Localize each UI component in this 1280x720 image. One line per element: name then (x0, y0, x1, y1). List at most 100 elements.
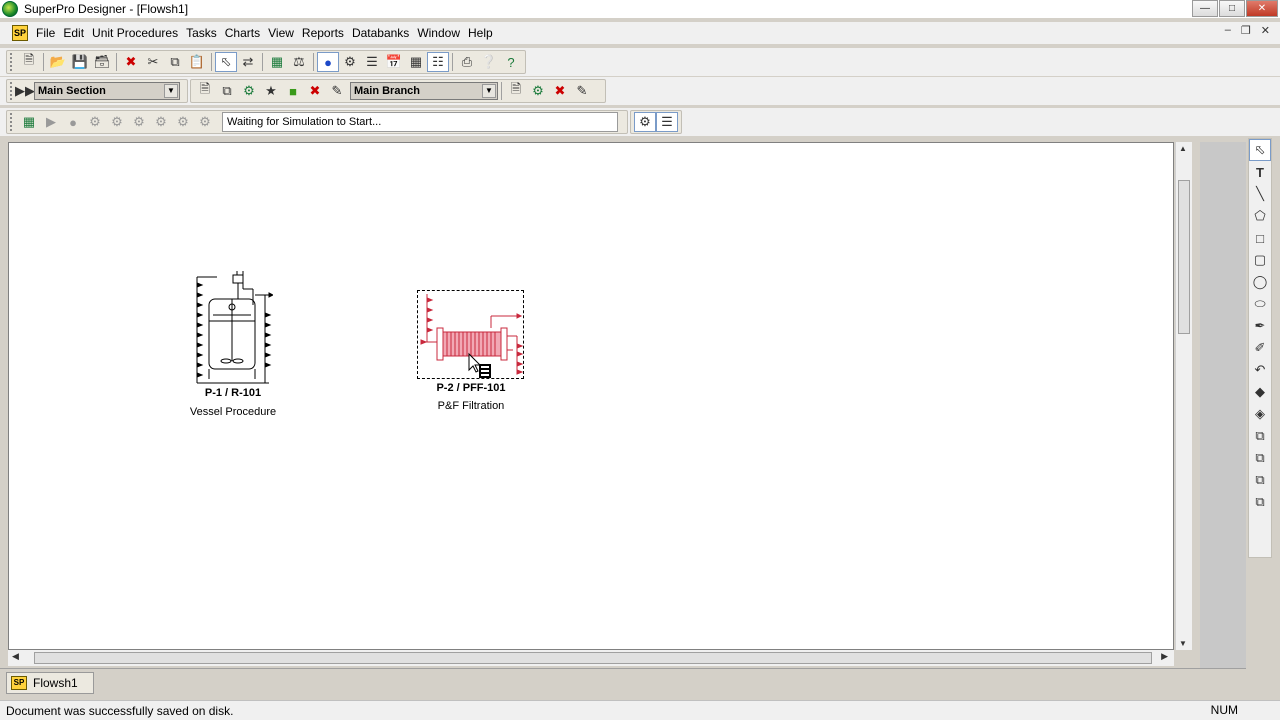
text-tool-icon[interactable]: T (1249, 161, 1271, 183)
bring-to-front-icon[interactable]: ⧉ (1249, 425, 1271, 447)
vertical-scroll-thumb[interactable] (1178, 180, 1190, 334)
status-message: Document was successfully saved on disk. (6, 703, 234, 718)
menu-view[interactable]: View (264, 26, 298, 40)
eyedropper-icon[interactable]: ✒ (1249, 315, 1271, 337)
copy-icon[interactable]: ⧉ (164, 52, 186, 72)
rename-branch-icon[interactable]: ✎ (571, 81, 593, 101)
flowsheet-canvas[interactable]: P-1 / R-101 Vessel Procedure P-2 / PFF-1… (8, 142, 1174, 650)
horizontal-scrollbar[interactable]: ◀ ▶ (8, 650, 1174, 666)
menu-window[interactable]: Window (413, 26, 464, 40)
rectangle-tool-icon[interactable]: □ (1249, 227, 1271, 249)
scheduling-icon[interactable]: 📅 (383, 52, 405, 72)
new-file-icon[interactable]: 🗎 (18, 52, 40, 72)
menu-tasks[interactable]: Tasks (182, 26, 221, 40)
reset-icon[interactable]: ⚙ (150, 112, 172, 132)
brush-icon[interactable]: ✐ (1249, 337, 1271, 359)
fill-icon[interactable]: ◆ (1249, 381, 1271, 403)
section-copy-icon[interactable]: ⧉ (216, 81, 238, 101)
debug-mode-icon[interactable]: ⚙ (634, 112, 656, 132)
ungroup-icon[interactable]: ⧉ (1249, 491, 1271, 513)
step-into-icon[interactable]: ⚙ (106, 112, 128, 132)
scroll-right-icon[interactable]: ▶ (1161, 651, 1168, 662)
vertical-scrollbar[interactable]: ▲ ▼ (1175, 142, 1192, 650)
save-icon[interactable]: 💾 (69, 52, 91, 72)
scroll-down-icon[interactable]: ▼ (1179, 639, 1187, 648)
delete-icon[interactable]: ✖ (120, 52, 142, 72)
chevron-down-icon[interactable]: ▼ (164, 84, 178, 98)
context-help-icon[interactable]: ❔ (478, 52, 500, 72)
chevron-down-icon[interactable]: ▼ (482, 84, 496, 98)
economics-icon[interactable]: ▦ (405, 52, 427, 72)
step-over-icon[interactable]: ⚙ (128, 112, 150, 132)
rename-section-icon[interactable]: ✎ (326, 81, 348, 101)
toolbar-grip[interactable] (10, 113, 14, 131)
branch-settings-icon[interactable]: ⚙ (527, 81, 549, 101)
debug-run-icon[interactable]: ☰ (656, 112, 678, 132)
select-pointer-icon[interactable]: ⬁ (215, 52, 237, 72)
pointer-icon[interactable]: ⬁ (1249, 139, 1271, 161)
ellipse-tool-icon[interactable]: ◯ (1249, 271, 1271, 293)
pf-filtration-unit[interactable]: P-2 / PFF-101 P&F Filtration (417, 290, 524, 412)
polygon-tool-icon[interactable]: ⬠ (1249, 205, 1271, 227)
menu-help[interactable]: Help (464, 26, 497, 40)
mdi-restore-button[interactable]: ❐ (1241, 24, 1251, 37)
calculator-icon[interactable]: ▦ (266, 52, 288, 72)
branch-combo[interactable]: Main Branch ▼ (350, 82, 498, 100)
solve-mass-balances-icon[interactable]: ▦ (18, 112, 40, 132)
menu-charts[interactable]: Charts (221, 26, 264, 40)
menu-databanks[interactable]: Databanks (348, 26, 413, 40)
breakpoint-clear-icon[interactable]: ⚙ (194, 112, 216, 132)
play-icon[interactable]: ▶ (40, 112, 62, 132)
freeform-tool-icon[interactable]: ⬭ (1249, 293, 1271, 315)
open-folder-icon[interactable]: 📂 (47, 52, 69, 72)
undo-arrow-icon[interactable]: ↶ (1249, 359, 1271, 381)
minimize-button[interactable]: — (1192, 0, 1218, 17)
group-icon[interactable]: ⧉ (1249, 469, 1271, 491)
operating-mode-icon[interactable]: ☰ (361, 52, 383, 72)
document-icon[interactable]: SP (12, 25, 28, 41)
print-icon[interactable]: ⎙ (456, 52, 478, 72)
rounded-rectangle-tool-icon[interactable]: ▢ (1249, 249, 1271, 271)
menu-edit[interactable]: Edit (59, 26, 88, 40)
line-tool-icon[interactable]: ╲ (1249, 183, 1271, 205)
stop-icon[interactable]: ● (62, 112, 84, 132)
toolbar-grip[interactable] (10, 53, 14, 71)
close-button[interactable]: ✕ (1246, 0, 1278, 17)
scroll-up-icon[interactable]: ▲ (1179, 144, 1187, 153)
double-arrow-icon[interactable]: ▶▶ (15, 81, 35, 101)
section-settings-icon[interactable]: ⚙ (238, 81, 260, 101)
mdi-minimize-button[interactable]: – (1225, 24, 1231, 37)
delete-section-icon[interactable]: ✖ (304, 81, 326, 101)
horizontal-scroll-thumb[interactable] (34, 652, 1152, 664)
maximize-button[interactable]: □ (1219, 0, 1245, 17)
section-report-icon[interactable]: 🗎 (194, 81, 216, 101)
menu-unit-procedures[interactable]: Unit Procedures (88, 26, 182, 40)
step-icon[interactable]: ⚙ (84, 112, 106, 132)
flip-icon[interactable]: ◈ (1249, 403, 1271, 425)
breakpoint-icon[interactable]: ⚙ (172, 112, 194, 132)
section-combo[interactable]: Main Section ▼ (34, 82, 180, 100)
connect-streams-icon[interactable]: ⇄ (237, 52, 259, 72)
save-all-icon[interactable]: 🗃 (91, 52, 113, 72)
stock-mixtures-icon[interactable]: ⚙ (339, 52, 361, 72)
cut-icon[interactable]: ✂ (142, 52, 164, 72)
delete-branch-icon[interactable]: ✖ (549, 81, 571, 101)
pure-components-icon[interactable]: ● (317, 52, 339, 72)
send-to-back-icon[interactable]: ⧉ (1249, 447, 1271, 469)
menu-reports[interactable]: Reports (298, 26, 348, 40)
tab-flowsh1[interactable]: SP Flowsh1 (6, 672, 94, 694)
streams-icon[interactable]: ☷ (427, 52, 449, 72)
scroll-left-icon[interactable]: ◀ (12, 651, 19, 662)
branch-report-icon[interactable]: 🗎 (505, 81, 527, 101)
superpro-app-icon[interactable] (2, 1, 18, 17)
toolbar-grip[interactable] (10, 82, 14, 100)
menu-file[interactable]: File (32, 26, 59, 40)
debug-toolbar: ⚙ ☰ (630, 110, 682, 134)
section-link-icon[interactable]: ★ (260, 81, 282, 101)
help-icon[interactable]: ? (500, 52, 522, 72)
flask-icon[interactable]: ⚖ (288, 52, 310, 72)
mdi-close-button[interactable]: ✕ (1261, 24, 1270, 37)
vessel-procedure-unit[interactable]: P-1 / R-101 Vessel Procedure (190, 269, 276, 418)
new-section-icon[interactable]: ■ (282, 81, 304, 101)
paste-icon[interactable]: 📋 (186, 52, 208, 72)
